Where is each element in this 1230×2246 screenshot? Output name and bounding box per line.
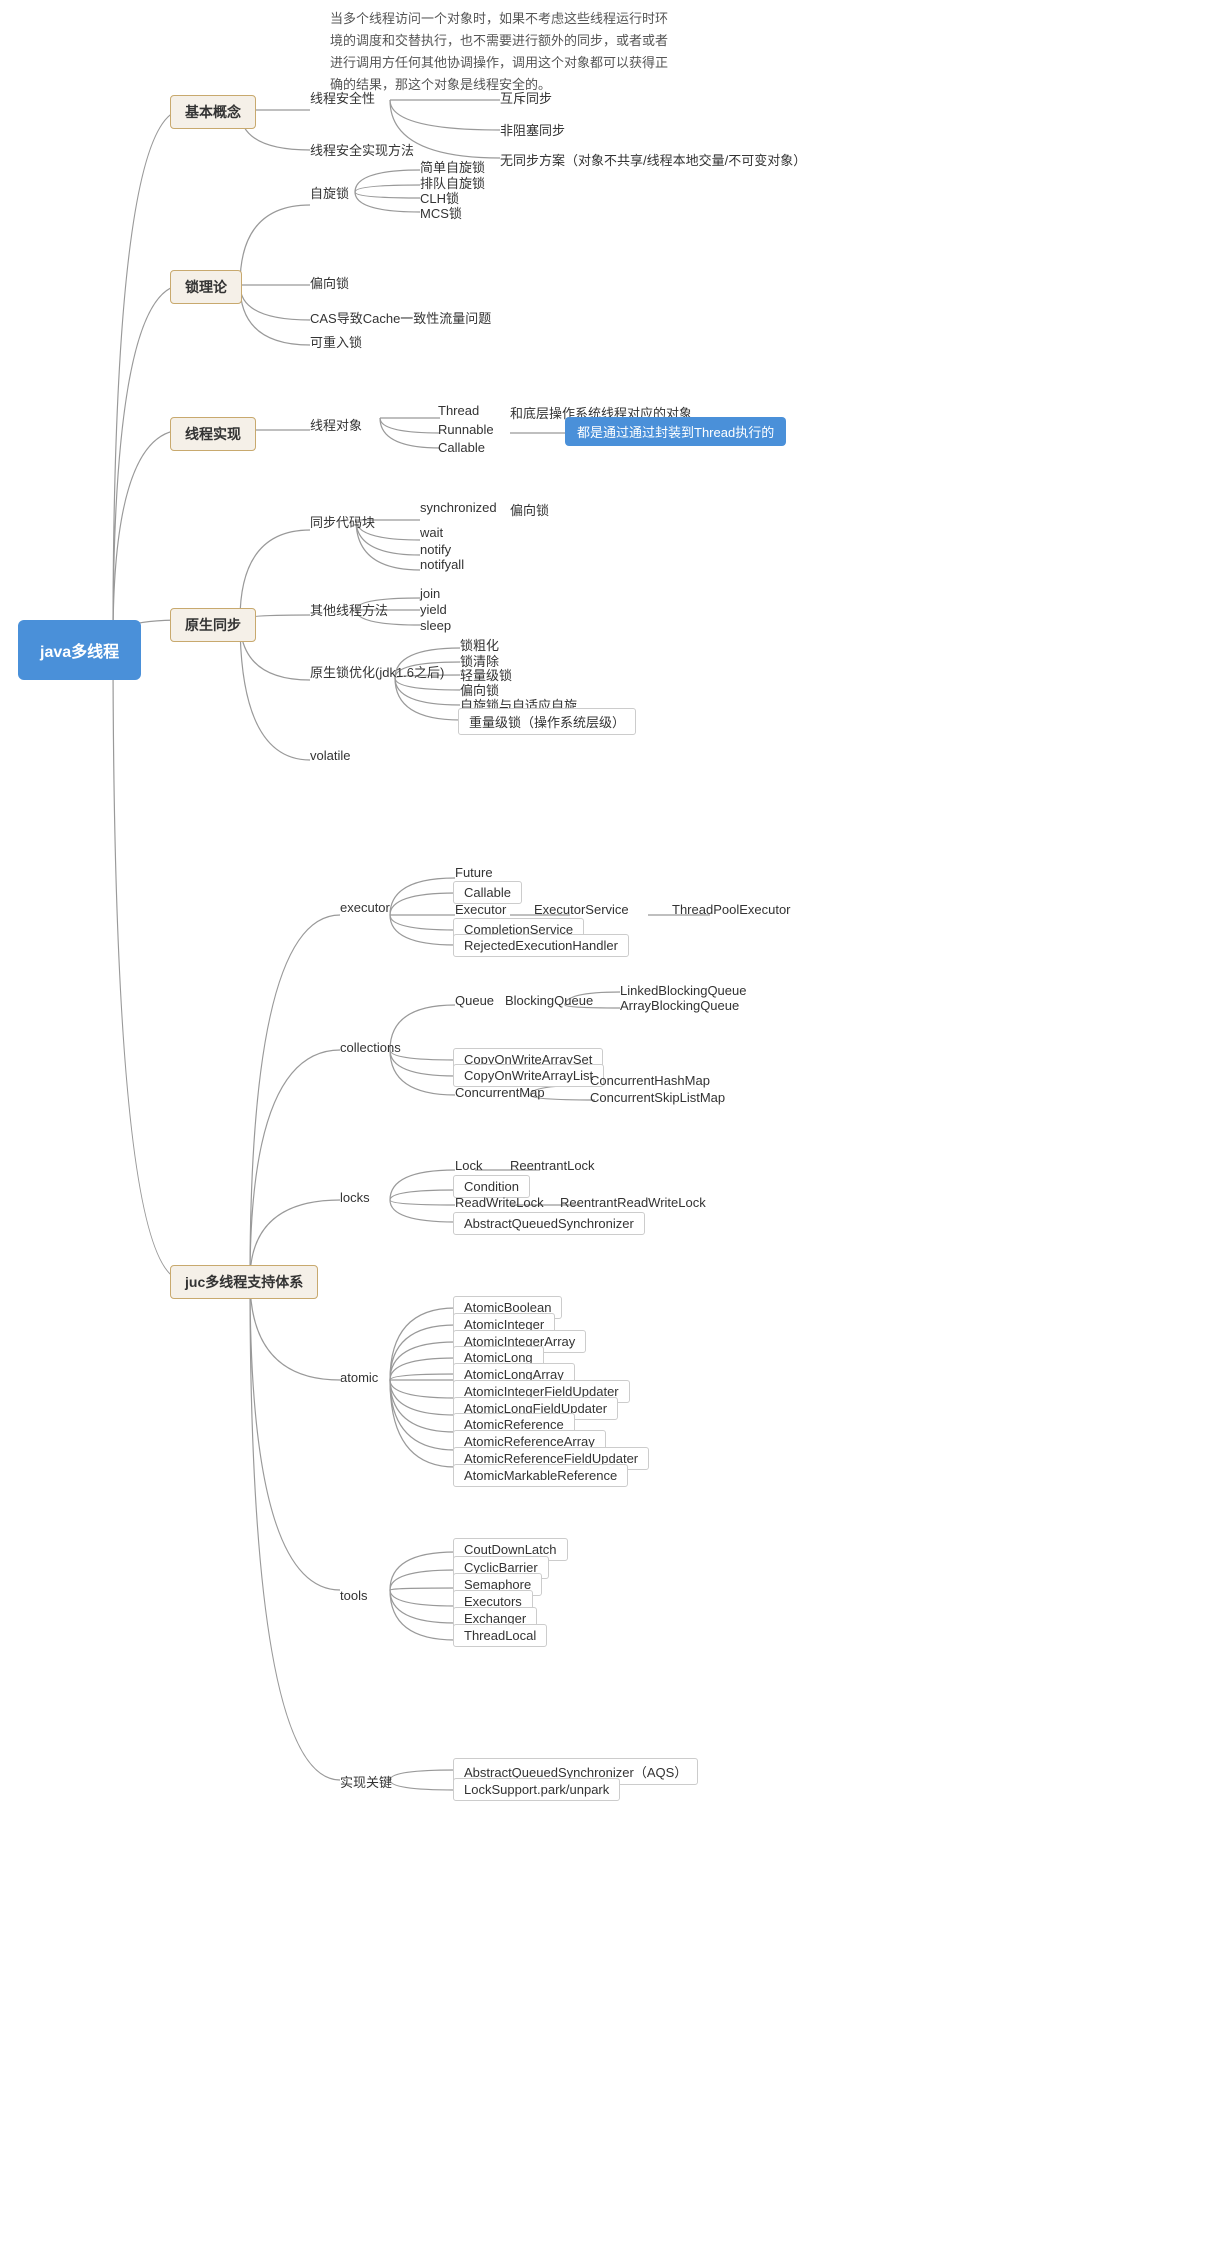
locks-label: locks: [340, 1190, 370, 1205]
blockingqueue-label: BlockingQueue: [505, 993, 593, 1008]
zixuan-suo: 自旋锁: [310, 183, 349, 202]
callable-juc: Callable: [453, 881, 522, 904]
fei-zuse-tongbu: 非阻塞同步: [500, 120, 565, 139]
huchi-tongbu: 互斥同步: [500, 88, 552, 107]
tongbu-daima-kuai: 同步代码块: [310, 512, 375, 531]
pianxiang-suo2: 偏向锁: [510, 500, 549, 519]
mcs-suo: MCS锁: [420, 203, 462, 222]
reentrantreadwritelock-label: ReentrantReadWriteLock: [560, 1195, 706, 1210]
executorservice-label: ExecutorService: [534, 902, 629, 917]
synchronized-label: synchronized: [420, 500, 497, 515]
box-jibenGainian: 基本概念: [170, 95, 256, 129]
highlight-thread-note: 都是通过通过封装到Thread执行的: [565, 417, 786, 446]
concurrentmap-label: ConcurrentMap: [455, 1085, 545, 1100]
locksupport: LockSupport.park/unpark: [453, 1778, 620, 1801]
atomicmarkablereference: AtomicMarkableReference: [453, 1464, 628, 1487]
readwritelock-label: ReadWriteLock: [455, 1195, 544, 1210]
collections-label: collections: [340, 1040, 401, 1055]
queue-label: Queue: [455, 993, 494, 1008]
abstractqueuedsync-label: AbstractQueuedSynchronizer: [453, 1212, 645, 1235]
root-node: java多线程: [18, 620, 141, 680]
box-jucTixi: juc多线程支持体系: [170, 1265, 318, 1299]
mindmap-container: 当多个线程访问一个对象时，如果不考虑这些线程运行时环 境的调度和交替执行，也不需…: [0, 0, 1230, 2246]
runnable-label: Runnable: [438, 422, 494, 437]
xiancheng-duixiang: 线程对象: [310, 415, 362, 434]
description-box: 当多个线程访问一个对象时，如果不考虑这些线程运行时环 境的调度和交替执行，也不需…: [330, 8, 830, 96]
shixian-guanjian: 实现关键: [340, 1772, 392, 1791]
connector-lines: [0, 0, 1230, 2246]
box-xianchengShixian: 线程实现: [170, 417, 256, 451]
callable-label: Callable: [438, 440, 485, 455]
thread-label: Thread: [438, 403, 479, 418]
concurrentskiplistmap-label: ConcurrentSkipListMap: [590, 1090, 725, 1105]
reentrantlock-label: ReentrantLock: [510, 1158, 595, 1173]
lock-label: Lock: [455, 1158, 482, 1173]
yield-label: yield: [420, 602, 447, 617]
copyonwrite-arraylist: CopyOnWriteArrayList: [453, 1064, 604, 1087]
future-label: Future: [455, 865, 493, 880]
arrayblockingqueue-label: ArrayBlockingQueue: [620, 998, 739, 1013]
xiancheng-shixian-fangfa: 线程安全实现方法: [310, 140, 414, 159]
tools-label: tools: [340, 1588, 367, 1603]
concurrenthashmap-label: ConcurrentHashMap: [590, 1073, 710, 1088]
volatile-label: volatile: [310, 748, 350, 763]
wait-label: wait: [420, 525, 443, 540]
qita-xiancheng-fangfa: 其他线程方法: [310, 600, 388, 619]
xiancheng-anquanxing: 线程安全性: [310, 88, 375, 107]
executor-class: Executor: [455, 902, 506, 917]
ke-chongru-suo: 可重入锁: [310, 332, 362, 351]
zhongliang-suo: 重量级锁（操作系统层级）: [458, 708, 636, 735]
box-suoLilun: 锁理论: [170, 270, 242, 304]
executor-label: executor: [340, 900, 390, 915]
yuansheng-suo-youhua: 原生锁优化(jdk1.6之后): [310, 662, 444, 681]
rejectedexecution-label: RejectedExecutionHandler: [453, 934, 629, 957]
wu-tongbu-fangan: 无同步方案（对象不共享/线程本地交量/不可变对象）: [500, 150, 806, 169]
linkedblockingqueue-label: LinkedBlockingQueue: [620, 983, 746, 998]
threadpoolexecutor-label: ThreadPoolExecutor: [672, 902, 791, 917]
atomic-label: atomic: [340, 1370, 378, 1385]
join-label: join: [420, 586, 440, 601]
pianxiang-suo: 偏向锁: [310, 273, 349, 292]
box-yuanShengTongbu: 原生同步: [170, 608, 256, 642]
threadlocal: ThreadLocal: [453, 1624, 547, 1647]
cas-cache: CAS导致Cache一致性流量问题: [310, 308, 491, 327]
notifyall-label: notifyall: [420, 557, 464, 572]
sleep-label: sleep: [420, 618, 451, 633]
notify-label: notify: [420, 542, 451, 557]
